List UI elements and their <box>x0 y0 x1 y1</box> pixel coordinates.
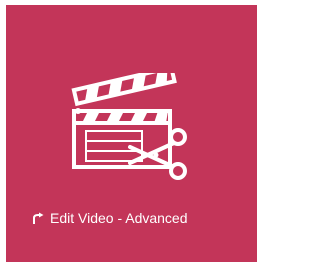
edit-video-advanced-tile[interactable]: Edit Video - Advanced <box>6 5 257 262</box>
tile-label: Edit Video - Advanced <box>50 210 188 226</box>
shortcut-arrow-icon <box>33 212 44 224</box>
tile-footer: Edit Video - Advanced <box>31 210 188 226</box>
clapperboard-scissors-icon <box>71 73 187 180</box>
